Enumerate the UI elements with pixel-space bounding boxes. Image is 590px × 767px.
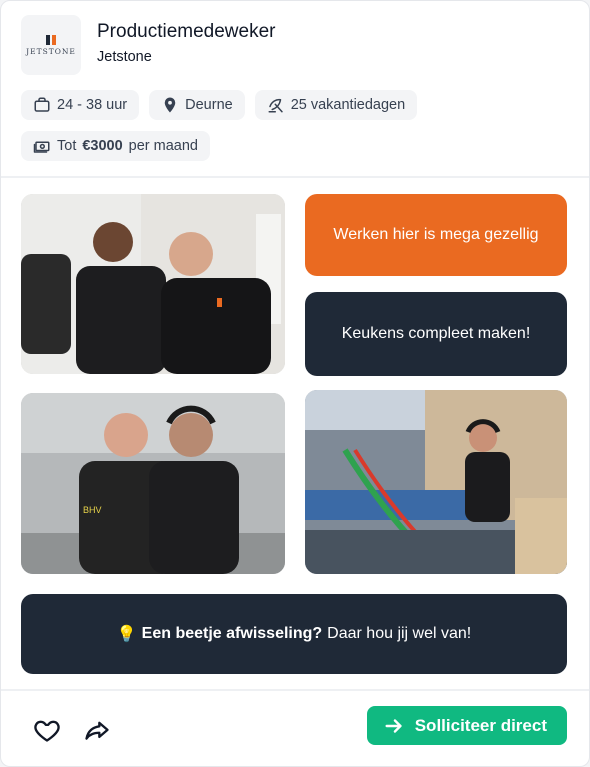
highlight-fun-label: Werken hier is mega gezellig: [333, 226, 539, 243]
svg-text:BHV: BHV: [83, 505, 102, 515]
heart-icon[interactable]: [33, 716, 61, 744]
location-label: Deurne: [185, 97, 233, 113]
highlight-task: Keukens compleet maken!: [305, 292, 567, 376]
hours-tag: 24 - 38 uur: [21, 90, 140, 120]
divider-top: [1, 176, 589, 178]
lightbulb-icon: 💡: [116, 626, 137, 643]
card-footer: Solliciteer direct: [1, 691, 589, 766]
apply-label: Solliciteer direct: [414, 715, 547, 735]
photo-van-team[interactable]: [21, 194, 285, 374]
salary-tag: Tot €3000 per maand: [21, 131, 210, 161]
banner-text: Daar hou jij wel van!: [327, 625, 472, 642]
logo-text: JETSTONE: [26, 46, 76, 56]
photo-production-line[interactable]: [305, 390, 567, 574]
location-pin-icon: [164, 97, 176, 113]
job-tags: 24 - 38 uur Deurne 25 vakantiedagen Tot …: [21, 90, 571, 172]
logo-mark: [46, 34, 56, 45]
highlight-task-label: Keukens compleet maken!: [341, 325, 531, 342]
money-icon: [33, 141, 50, 153]
vacation-label: 25 vakantiedagen: [290, 97, 406, 113]
highlight-fun: Werken hier is mega gezellig: [305, 194, 567, 276]
company-logo[interactable]: JETSTONE: [21, 15, 81, 75]
photo-factory-colleagues[interactable]: BHV: [21, 393, 285, 574]
hours-label: 24 - 38 uur: [57, 97, 128, 113]
arrow-right-icon: [385, 718, 402, 733]
banner-bold: Een beetje afwisseling?: [141, 625, 323, 642]
location-tag: Deurne: [149, 90, 245, 120]
vacation-tag: 25 vakantiedagen: [254, 90, 418, 120]
job-card: JETSTONE Productiemedeweker Jetstone 24 …: [0, 0, 590, 767]
salary-amount: €3000: [82, 138, 123, 154]
variety-banner: 💡 Een beetje afwisseling? Daar hou jij w…: [21, 594, 567, 674]
salary-suffix: per maand: [128, 138, 198, 154]
share-icon[interactable]: [83, 717, 111, 745]
job-title[interactable]: Productiemedeweker: [97, 21, 275, 43]
apply-button[interactable]: Solliciteer direct: [366, 706, 567, 745]
salary-prefix: Tot: [57, 138, 77, 154]
beach-umbrella-icon: [268, 98, 283, 113]
briefcase-icon: [34, 97, 50, 112]
company-name[interactable]: Jetstone: [97, 49, 152, 65]
